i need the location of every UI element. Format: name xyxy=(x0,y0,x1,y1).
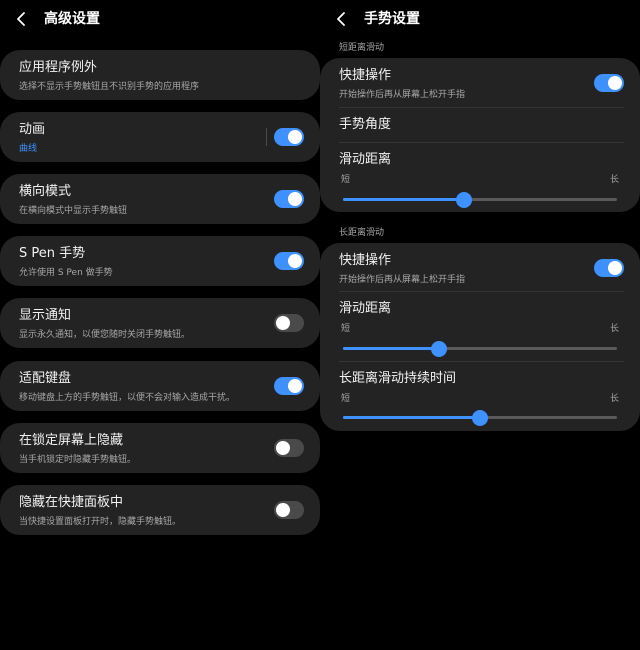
lockscreen-toggle[interactable] xyxy=(274,439,304,457)
page-title: 高级设置 xyxy=(44,11,100,27)
quick-panel-toggle[interactable] xyxy=(274,501,304,519)
back-button[interactable] xyxy=(14,9,30,29)
setting-subtitle: 在横向模式中显示手势触钮 xyxy=(19,206,128,216)
setting-subtitle: 允许使用 S Pen 做手势 xyxy=(19,268,113,278)
long-duration-slider[interactable] xyxy=(343,410,617,426)
short-swipe-card: 快捷操作 开始操作后再从屏幕上松开手指 手势角度 滑动距离 短 长 xyxy=(320,58,640,212)
spen-toggle[interactable] xyxy=(274,252,304,270)
slider-thumb[interactable] xyxy=(472,410,488,426)
setting-title: 长距离滑动持续时间 xyxy=(339,371,457,386)
setting-title: 隐藏在快捷面板中 xyxy=(19,495,124,510)
setting-title: S Pen 手势 xyxy=(19,246,86,261)
setting-spen[interactable]: S Pen 手势 允许使用 S Pen 做手势 xyxy=(0,236,320,286)
slider-max-label: 长 xyxy=(609,394,619,404)
setting-subtitle: 当快捷设置面板打开时，隐藏手势触钮。 xyxy=(19,517,182,527)
short-distance-slider[interactable] xyxy=(343,192,617,208)
landscape-toggle[interactable] xyxy=(274,190,304,208)
section-label-short: 短距离滑动 xyxy=(339,43,385,53)
setting-landscape[interactable]: 横向模式 在横向模式中显示手势触钮 xyxy=(0,174,320,224)
animation-toggle[interactable] xyxy=(274,128,304,146)
setting-title: 滑动距离 xyxy=(339,152,392,167)
setting-subtitle: 开始操作后再从屏幕上松开手指 xyxy=(339,275,466,285)
short-quick-toggle[interactable] xyxy=(594,74,624,92)
page-title: 手势设置 xyxy=(364,11,420,27)
setting-app-exceptions[interactable]: 应用程序例外 选择不显示手势触钮且不识别手势的应用程序 xyxy=(0,50,320,100)
setting-subtitle: 选择不显示手势触钮且不识别手势的应用程序 xyxy=(19,82,200,92)
setting-title: 适配键盘 xyxy=(19,371,72,386)
notification-toggle[interactable] xyxy=(274,314,304,332)
setting-subtitle: 曲线 xyxy=(19,144,38,154)
short-distance: 滑动距离 xyxy=(339,151,620,169)
slider-min-label: 短 xyxy=(341,324,351,334)
long-distance-slider[interactable] xyxy=(343,341,617,357)
divider xyxy=(266,128,267,146)
slider-thumb[interactable] xyxy=(455,192,472,208)
divider xyxy=(339,142,624,143)
long-quick-toggle[interactable] xyxy=(594,259,624,277)
short-quick-action[interactable]: 快捷操作 开始操作后再从屏幕上松开手指 xyxy=(339,67,620,101)
setting-title: 动画 xyxy=(19,122,46,137)
divider xyxy=(339,361,624,362)
back-button[interactable] xyxy=(334,9,350,29)
long-distance: 滑动距离 xyxy=(339,300,620,318)
keyboard-toggle[interactable] xyxy=(274,377,304,395)
chevron-left-icon xyxy=(14,9,30,29)
setting-lockscreen[interactable]: 在锁定屏幕上隐藏 当手机锁定时隐藏手势触钮。 xyxy=(0,423,320,473)
setting-subtitle: 当手机锁定时隐藏手势触钮。 xyxy=(19,455,137,465)
slider-min-label: 短 xyxy=(341,175,351,185)
setting-notification[interactable]: 显示通知 显示永久通知，以便您随时关闭手势触钮。 xyxy=(0,298,320,348)
setting-subtitle: 移动键盘上方的手势触钮，以便不会对输入造成干扰。 xyxy=(19,393,236,403)
header: 手势设置 xyxy=(320,0,640,38)
header: 高级设置 xyxy=(0,0,320,38)
slider-max-label: 长 xyxy=(609,175,619,185)
divider xyxy=(339,107,624,108)
setting-title: 快捷操作 xyxy=(339,253,392,268)
setting-title: 显示通知 xyxy=(19,308,72,323)
setting-title: 快捷操作 xyxy=(339,68,392,83)
gesture-settings-panel: 手势设置 短距离滑动 快捷操作 开始操作后再从屏幕上松开手指 手势角度 滑动距离… xyxy=(320,0,640,650)
setting-subtitle: 显示永久通知，以便您随时关闭手势触钮。 xyxy=(19,330,191,340)
setting-title: 横向模式 xyxy=(19,184,72,199)
setting-title: 手势角度 xyxy=(339,117,392,132)
section-label-long: 长距离滑动 xyxy=(339,228,385,238)
slider-thumb[interactable] xyxy=(430,341,447,357)
setting-title: 滑动距离 xyxy=(339,301,392,316)
long-duration: 长距离滑动持续时间 xyxy=(339,370,620,388)
gesture-angle[interactable]: 手势角度 xyxy=(339,116,620,134)
long-quick-action[interactable]: 快捷操作 开始操作后再从屏幕上松开手指 xyxy=(339,252,620,286)
advanced-settings-panel: 高级设置 应用程序例外 选择不显示手势触钮且不识别手势的应用程序 动画 曲线 横… xyxy=(0,0,320,650)
setting-subtitle: 开始操作后再从屏幕上松开手指 xyxy=(339,90,466,100)
setting-title: 在锁定屏幕上隐藏 xyxy=(19,433,124,448)
setting-quick-panel[interactable]: 隐藏在快捷面板中 当快捷设置面板打开时，隐藏手势触钮。 xyxy=(0,485,320,535)
long-swipe-card: 快捷操作 开始操作后再从屏幕上松开手指 滑动距离 短 长 长距离滑动持续时间 短… xyxy=(320,243,640,431)
setting-animation[interactable]: 动画 曲线 xyxy=(0,112,320,162)
chevron-left-icon xyxy=(334,9,350,29)
divider xyxy=(339,291,624,292)
slider-max-label: 长 xyxy=(609,324,619,334)
setting-title: 应用程序例外 xyxy=(19,60,98,75)
slider-min-label: 短 xyxy=(341,394,351,404)
setting-keyboard[interactable]: 适配键盘 移动键盘上方的手势触钮，以便不会对输入造成干扰。 xyxy=(0,361,320,411)
